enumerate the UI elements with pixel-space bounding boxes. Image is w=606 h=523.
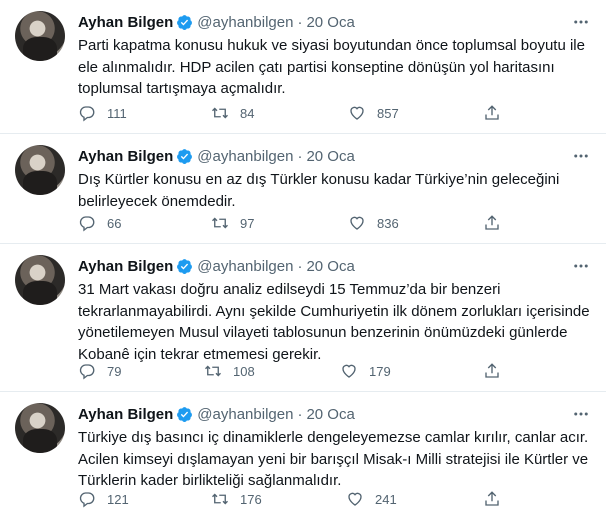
tweet-header: Ayhan Bilgen @ayhanbilgen · 20 Oca bbox=[78, 145, 355, 167]
author-handle[interactable]: @ayhanbilgen bbox=[197, 258, 293, 275]
tweet-date[interactable]: 20 Oca bbox=[306, 148, 354, 165]
verified-badge-icon bbox=[177, 14, 193, 30]
retweet-count: 108 bbox=[233, 363, 255, 379]
tweet-date[interactable]: 20 Oca bbox=[306, 406, 354, 423]
author-handle[interactable]: @ayhanbilgen bbox=[197, 14, 293, 31]
like-icon bbox=[342, 364, 356, 378]
share-icon bbox=[485, 105, 499, 120]
like-button[interactable]: 241 bbox=[346, 490, 397, 508]
retweet-icon bbox=[205, 365, 221, 377]
reply-icon bbox=[79, 364, 95, 380]
tweet-header: Ayhan Bilgen @ayhanbilgen · 20 Oca bbox=[78, 11, 355, 33]
reply-button[interactable]: 111 bbox=[78, 104, 127, 122]
like-count: 836 bbox=[377, 215, 399, 231]
share-button[interactable] bbox=[483, 362, 501, 380]
reply-count: 79 bbox=[107, 363, 122, 379]
share-icon bbox=[485, 363, 499, 378]
reply-button[interactable]: 79 bbox=[78, 362, 121, 380]
reply-button[interactable]: 121 bbox=[78, 490, 129, 508]
author-handle[interactable]: @ayhanbilgen bbox=[197, 148, 293, 165]
tweet-header: Ayhan Bilgen @ayhanbilgen · 20 Oca bbox=[78, 403, 355, 425]
tweet-header: Ayhan Bilgen @ayhanbilgen · 20 Oca bbox=[78, 255, 355, 277]
avatar[interactable] bbox=[15, 255, 65, 305]
tweet-actions: 121 176 241 bbox=[78, 489, 588, 509]
reply-count: 111 bbox=[107, 105, 127, 121]
like-icon bbox=[350, 106, 364, 120]
author-name[interactable]: Ayhan Bilgen bbox=[78, 14, 173, 31]
retweet-button[interactable]: 108 bbox=[204, 362, 255, 380]
share-icon bbox=[485, 215, 499, 230]
share-button[interactable] bbox=[483, 214, 501, 232]
retweet-icon bbox=[212, 493, 228, 505]
verified-badge-icon bbox=[177, 148, 193, 164]
share-button[interactable] bbox=[483, 490, 501, 508]
like-count: 241 bbox=[375, 491, 397, 507]
share-button[interactable] bbox=[483, 104, 501, 122]
verified-badge-icon bbox=[177, 406, 193, 422]
like-count: 857 bbox=[377, 105, 399, 121]
reply-count: 121 bbox=[107, 491, 129, 507]
retweet-icon bbox=[212, 107, 228, 119]
tweet[interactable]: Ayhan Bilgen @ayhanbilgen · 20 Oca Türki… bbox=[0, 392, 606, 523]
like-icon bbox=[350, 216, 364, 230]
reply-icon bbox=[79, 216, 95, 232]
retweet-count: 97 bbox=[240, 215, 255, 231]
author-name[interactable]: Ayhan Bilgen bbox=[78, 406, 173, 423]
avatar[interactable] bbox=[15, 145, 65, 195]
retweet-button[interactable]: 84 bbox=[211, 104, 254, 122]
like-button[interactable]: 857 bbox=[348, 104, 399, 122]
tweet-text: Türkiye dış basıncı iç dinamiklerle deng… bbox=[78, 429, 589, 489]
avatar[interactable] bbox=[15, 403, 65, 453]
more-options-icon[interactable] bbox=[572, 405, 590, 423]
retweet-icon bbox=[212, 217, 228, 229]
reply-count: 66 bbox=[107, 215, 122, 231]
retweet-button[interactable]: 176 bbox=[211, 490, 262, 508]
verified-badge-icon bbox=[177, 258, 193, 274]
separator: · bbox=[297, 405, 303, 423]
tweet[interactable]: Ayhan Bilgen @ayhanbilgen · 20 Oca 31 Ma… bbox=[0, 244, 606, 392]
tweet-date[interactable]: 20 Oca bbox=[306, 258, 354, 275]
author-name[interactable]: Ayhan Bilgen bbox=[78, 258, 173, 275]
tweet-text: Dış Kürtler konusu en az dış Türkler kon… bbox=[78, 171, 560, 210]
separator: · bbox=[297, 13, 303, 31]
tweet-text: 31 Mart vakası doğru analiz edilseydi 15… bbox=[78, 281, 590, 363]
reply-icon bbox=[79, 106, 95, 122]
separator: · bbox=[297, 257, 303, 275]
like-button[interactable]: 836 bbox=[348, 214, 399, 232]
more-options-icon[interactable] bbox=[572, 13, 590, 31]
tweet-actions: 111 84 857 bbox=[78, 103, 588, 123]
like-count: 179 bbox=[369, 363, 391, 379]
tweet[interactable]: Ayhan Bilgen @ayhanbilgen · 20 Oca Parti… bbox=[0, 0, 606, 134]
separator: · bbox=[297, 147, 303, 165]
tweet-actions: 66 97 836 bbox=[78, 213, 588, 233]
tweet-actions: 79 108 179 bbox=[78, 361, 588, 381]
retweet-count: 176 bbox=[240, 491, 262, 507]
retweet-count: 84 bbox=[240, 105, 255, 121]
tweet-date[interactable]: 20 Oca bbox=[306, 14, 354, 31]
tweet[interactable]: Ayhan Bilgen @ayhanbilgen · 20 Oca Dış K… bbox=[0, 134, 606, 244]
author-handle[interactable]: @ayhanbilgen bbox=[197, 406, 293, 423]
more-options-icon[interactable] bbox=[572, 257, 590, 275]
like-icon bbox=[348, 492, 362, 506]
avatar[interactable] bbox=[15, 11, 65, 61]
author-name[interactable]: Ayhan Bilgen bbox=[78, 148, 173, 165]
reply-icon bbox=[79, 492, 95, 508]
share-icon bbox=[485, 491, 499, 506]
like-button[interactable]: 179 bbox=[340, 362, 391, 380]
tweet-text: Parti kapatma konusu hukuk ve siyasi boy… bbox=[78, 37, 585, 97]
reply-button[interactable]: 66 bbox=[78, 214, 121, 232]
more-options-icon[interactable] bbox=[572, 147, 590, 165]
retweet-button[interactable]: 97 bbox=[211, 214, 254, 232]
